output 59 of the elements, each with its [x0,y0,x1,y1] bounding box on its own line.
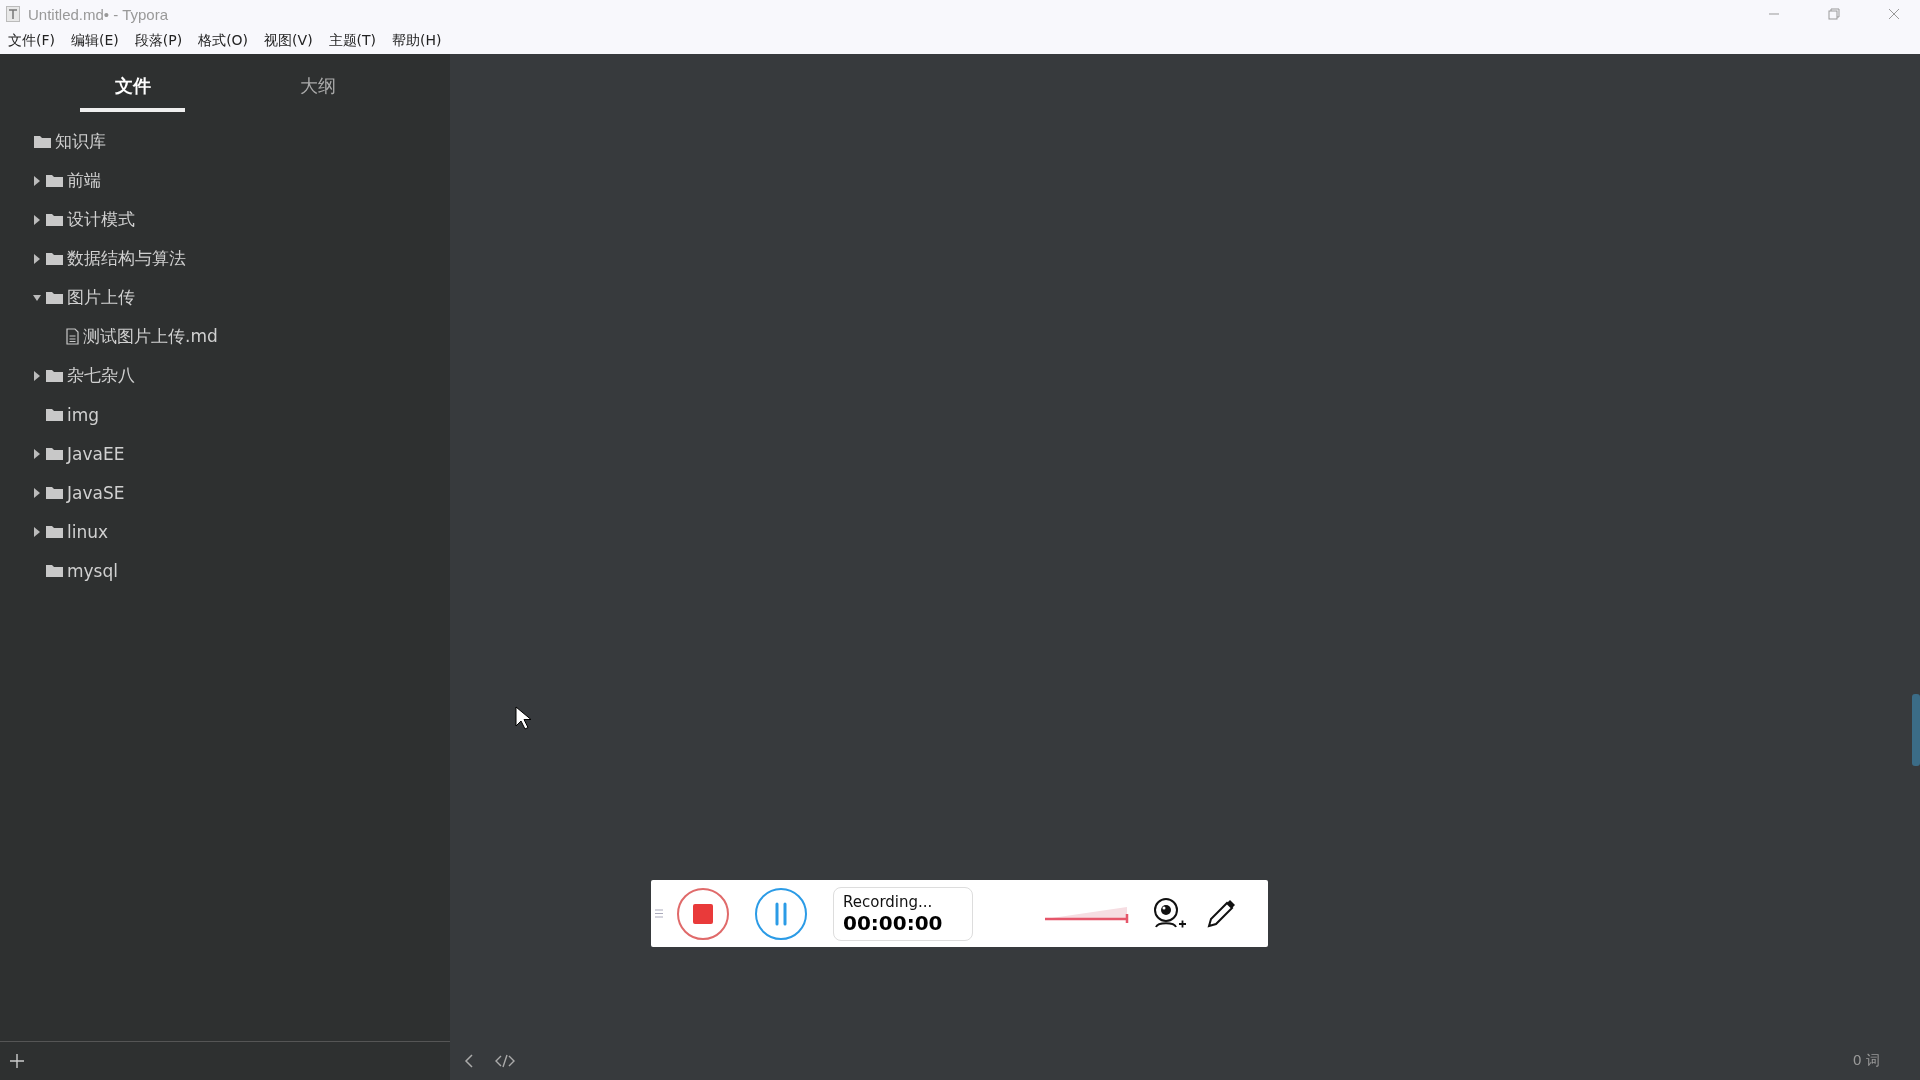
tree-item[interactable]: 设计模式 [67,208,135,231]
pause-icon [774,901,788,926]
add-icon[interactable] [10,1054,24,1068]
tree-item[interactable]: img [67,404,100,425]
menu-item[interactable]: 文件(F) [8,32,55,50]
grip-icon[interactable] [655,909,663,918]
collapsed-arrow-icon[interactable] [33,370,41,381]
tree-item[interactable]: 前端 [67,169,101,192]
tree-item[interactable]: 知识库 [55,130,106,153]
menu-item[interactable]: 编辑(E) [71,32,119,50]
scroll-handle[interactable] [1912,694,1920,766]
recording-status: Recording... [843,892,934,911]
collapsed-arrow-icon[interactable] [33,487,41,498]
stop-icon [693,903,713,924]
word-count: 0 词 [1852,1052,1880,1070]
menu-item[interactable]: 帮助(H) [392,32,442,50]
pause-button[interactable] [755,887,807,940]
collapsed-arrow-icon[interactable] [33,448,41,459]
close-icon[interactable] [1888,8,1900,20]
collapse-sidebar-icon[interactable] [464,1054,473,1068]
webcam-add-icon[interactable] [1151,896,1187,931]
stop-button[interactable] [677,887,729,940]
folder-icon [46,252,63,265]
tree-item[interactable]: JavaSE [67,482,125,503]
tree-item[interactable]: 数据结构与算法 [67,247,186,270]
folder-icon [46,174,63,187]
folder-icon [46,213,63,226]
folder-icon [46,408,63,421]
collapsed-arrow-icon[interactable] [33,526,41,537]
folder-icon [46,486,63,499]
tree-item[interactable]: mysql [67,560,118,581]
collapsed-arrow-icon[interactable] [33,175,41,186]
menu-item[interactable]: 视图(V) [264,32,313,50]
tree-item[interactable]: JavaEE [67,443,125,464]
folder-icon [46,291,63,304]
folder-icon [46,447,63,460]
sidebar-tab[interactable]: 文件 [80,68,185,112]
collapsed-arrow-icon[interactable] [33,253,41,264]
source-code-icon[interactable] [495,1054,515,1068]
tree-item[interactable]: 测试图片上传.md [83,325,218,348]
menu-item[interactable]: 段落(P) [134,32,183,50]
document-icon [66,328,79,345]
window-title: Untitled.md• - Typora [28,5,169,23]
tree-item[interactable]: linux [67,521,109,542]
menu-item[interactable]: 主题(T) [328,32,377,50]
folder-icon [46,369,63,382]
folder-icon [34,135,51,148]
folder-icon [46,525,63,538]
recording-timer: 00:00:00 [843,910,944,935]
menu-item[interactable]: 格式(O) [198,32,249,50]
tree-item[interactable]: 图片上传 [67,286,135,309]
collapsed-arrow-icon[interactable] [33,214,41,225]
tree-item[interactable]: 杂七杂八 [67,364,135,387]
sidebar-tab[interactable]: 大纲 [225,68,410,112]
mouse-cursor-icon [515,706,531,730]
expanded-arrow-icon[interactable] [33,292,41,303]
app-icon [6,6,20,22]
folder-icon [46,564,63,577]
pen-icon[interactable] [1205,897,1237,930]
